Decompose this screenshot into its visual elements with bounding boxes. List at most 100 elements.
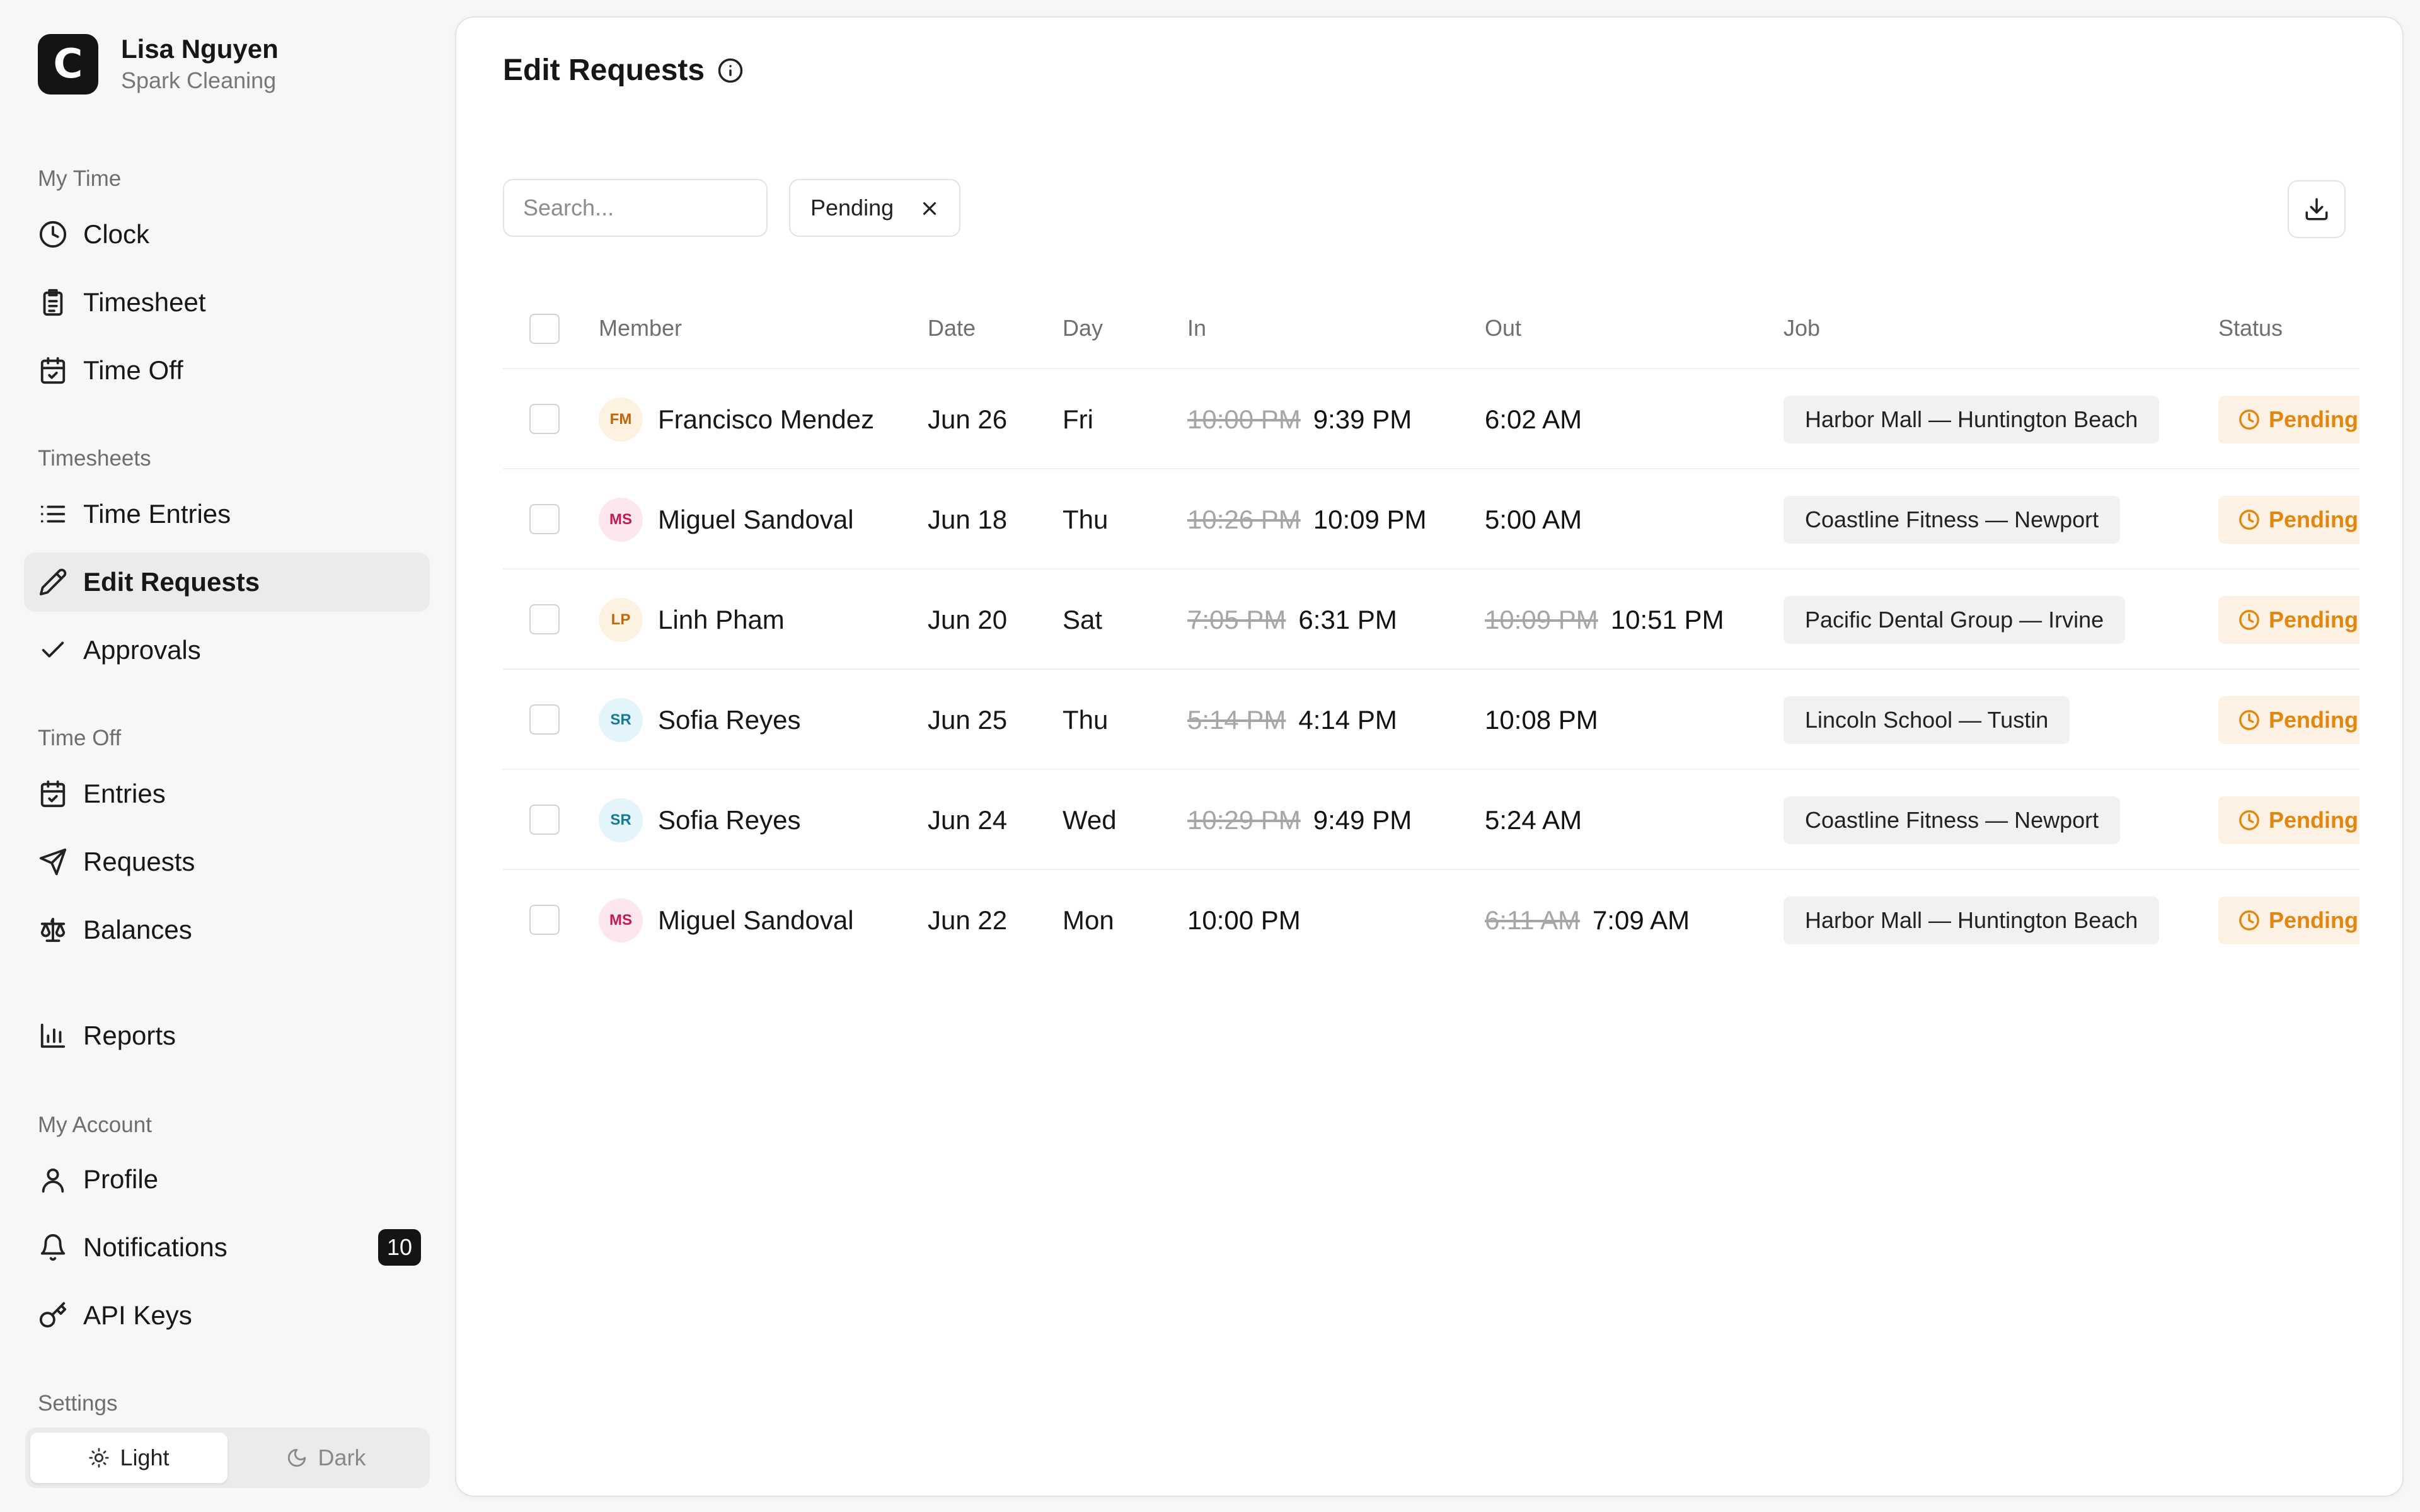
- day-cell: Fri: [1063, 404, 1093, 434]
- row-checkbox[interactable]: [529, 504, 560, 534]
- job-cell: Pacific Dental Group — Irvine: [1783, 570, 2126, 670]
- sidebar-item-time-entries[interactable]: Time Entries: [24, 484, 430, 544]
- user-icon: [38, 1164, 68, 1194]
- column-header-member[interactable]: Member: [599, 315, 682, 341]
- table-row[interactable]: SR Sofia Reyes Jun 25 Thu 5:14 PM 4:14 P…: [503, 668, 2360, 769]
- row-checkbox[interactable]: [529, 404, 560, 434]
- day-cell: Thu: [1063, 504, 1109, 534]
- sidebar-item-requests[interactable]: Requests: [24, 832, 430, 891]
- section-label-my-account: My Account: [38, 1113, 152, 1137]
- table-row[interactable]: SR Sofia Reyes Jun 24 Wed 10:29 PM 9:49 …: [503, 769, 2360, 869]
- job-cell: Lincoln School — Tustin: [1783, 670, 2070, 770]
- row-checkbox[interactable]: [529, 604, 560, 634]
- status-cell: Pending: [2218, 469, 2360, 570]
- clock-icon: [2238, 609, 2260, 631]
- sidebar-item-balances[interactable]: Balances: [24, 900, 430, 959]
- status-label: Pending: [2269, 606, 2358, 633]
- original-clock-in: 10:00 PM: [1187, 404, 1301, 434]
- sidebar-item-profile[interactable]: Profile: [24, 1150, 430, 1209]
- member-name: Francisco Mendez: [658, 404, 875, 434]
- avatar: FM: [599, 397, 643, 442]
- status-label: Pending: [2269, 907, 2358, 933]
- clock-in-cell: 10:26 PM 10:09 PM: [1187, 469, 1427, 570]
- row-checkbox[interactable]: [529, 905, 560, 935]
- sidebar-item-time-off[interactable]: Time Off: [24, 341, 430, 400]
- sidebar-item-clock[interactable]: Clock: [24, 205, 430, 264]
- clock-icon: [38, 219, 68, 249]
- column-header-out[interactable]: Out: [1485, 315, 1521, 341]
- status-cell: Pending: [2218, 670, 2360, 770]
- sidebar-item-api-keys[interactable]: API Keys: [24, 1286, 430, 1345]
- select-all-checkbox[interactable]: [529, 314, 560, 344]
- member-cell: LP Linh Pham: [599, 570, 785, 670]
- original-clock-out: 6:11 AM: [1485, 905, 1580, 935]
- sidebar-item-label: Profile: [83, 1164, 159, 1194]
- clock-icon: [2238, 509, 2260, 530]
- moon-icon: [286, 1447, 308, 1469]
- theme-light-button[interactable]: Light: [30, 1433, 228, 1483]
- list-icon: [38, 499, 68, 529]
- sidebar-item-timesheet[interactable]: Timesheet: [24, 273, 430, 332]
- sidebar-item-edit-requests[interactable]: Edit Requests: [24, 553, 430, 612]
- theme-dark-label: Dark: [318, 1445, 366, 1470]
- requested-clock-out: 10:08 PM: [1485, 704, 1598, 735]
- table-row[interactable]: FM Francisco Mendez Jun 26 Fri 10:00 PM …: [503, 368, 2360, 468]
- status-label: Pending: [2269, 806, 2358, 833]
- sidebar-item-reports[interactable]: Reports: [24, 1006, 430, 1065]
- row-checkbox[interactable]: [529, 704, 560, 735]
- table-row[interactable]: MS Miguel Sandoval Jun 22 Mon 10:00 PM 6…: [503, 869, 2360, 969]
- sidebar-item-label: Time Entries: [83, 499, 231, 529]
- original-clock-in: 7:05 PM: [1187, 604, 1286, 634]
- section-label-timesheets: Timesheets: [38, 446, 151, 471]
- column-header-job[interactable]: Job: [1783, 315, 1820, 341]
- column-header-in[interactable]: In: [1187, 315, 1206, 341]
- date-cell: Jun 18: [928, 504, 1008, 534]
- date-cell: Jun 20: [928, 604, 1008, 634]
- column-header-status[interactable]: Status: [2218, 315, 2283, 341]
- sidebar-item-approvals[interactable]: Approvals: [24, 621, 430, 680]
- sidebar: C Lisa Nguyen Spark Cleaning My Time Clo…: [0, 0, 454, 1512]
- requested-clock-in: 6:31 PM: [1298, 604, 1397, 634]
- member-cell: MS Miguel Sandoval: [599, 469, 854, 570]
- avatar: MS: [599, 898, 643, 942]
- requested-clock-out: 7:09 AM: [1592, 905, 1690, 935]
- status-label: Pending: [2269, 706, 2358, 733]
- user-name: Lisa Nguyen: [121, 34, 279, 64]
- clock-icon: [2238, 709, 2260, 731]
- account-header[interactable]: C Lisa Nguyen Spark Cleaning: [38, 33, 279, 96]
- member-cell: FM Francisco Mendez: [599, 369, 874, 469]
- day-cell: Mon: [1063, 905, 1114, 935]
- status-cell: Pending: [2218, 570, 2360, 670]
- avatar: SR: [599, 697, 643, 742]
- clock-out-cell: 6:11 AM 7:09 AM: [1485, 870, 1690, 970]
- requested-clock-in: 4:14 PM: [1298, 704, 1397, 735]
- sidebar-item-label: Requests: [83, 847, 195, 876]
- status-cell: Pending: [2218, 870, 2360, 970]
- member-cell: MS Miguel Sandoval: [599, 870, 854, 970]
- sun-icon: [88, 1447, 110, 1469]
- day-cell: Thu: [1063, 704, 1109, 735]
- sidebar-item-notifications[interactable]: Notifications 10: [24, 1218, 430, 1277]
- table-row[interactable]: LP Linh Pham Jun 20 Sat 7:05 PM 6:31 PM …: [503, 568, 2360, 668]
- table-row[interactable]: MS Miguel Sandoval Jun 18 Thu 10:26 PM 1…: [503, 468, 2360, 568]
- column-header-date[interactable]: Date: [928, 315, 976, 341]
- clock-in-cell: 10:00 PM: [1187, 870, 1301, 970]
- status-badge: Pending: [2218, 796, 2360, 844]
- clock-in-cell: 10:29 PM 9:49 PM: [1187, 770, 1412, 870]
- status-badge: Pending: [2218, 395, 2360, 444]
- logo-letter: C: [53, 41, 83, 88]
- edit-requests-table: Member Date Day In Out Job Status FM Fra…: [456, 18, 2360, 1026]
- sidebar-item-entries[interactable]: Entries: [24, 764, 430, 823]
- clock-out-cell: 10:08 PM: [1485, 670, 1598, 770]
- column-header-day[interactable]: Day: [1063, 315, 1103, 341]
- member-cell: SR Sofia Reyes: [599, 770, 800, 870]
- main-panel: Edit Requests Pending Member Date Day In…: [455, 16, 2404, 1497]
- job-tag: Lincoln School — Tustin: [1783, 696, 2070, 744]
- avatar: LP: [599, 597, 643, 642]
- original-clock-in: 5:14 PM: [1187, 704, 1286, 735]
- theme-dark-button[interactable]: Dark: [228, 1433, 425, 1483]
- avatar: SR: [599, 798, 643, 842]
- sidebar-item-label: API Keys: [83, 1300, 192, 1330]
- original-clock-out: 10:09 PM: [1485, 604, 1598, 634]
- row-checkbox[interactable]: [529, 805, 560, 835]
